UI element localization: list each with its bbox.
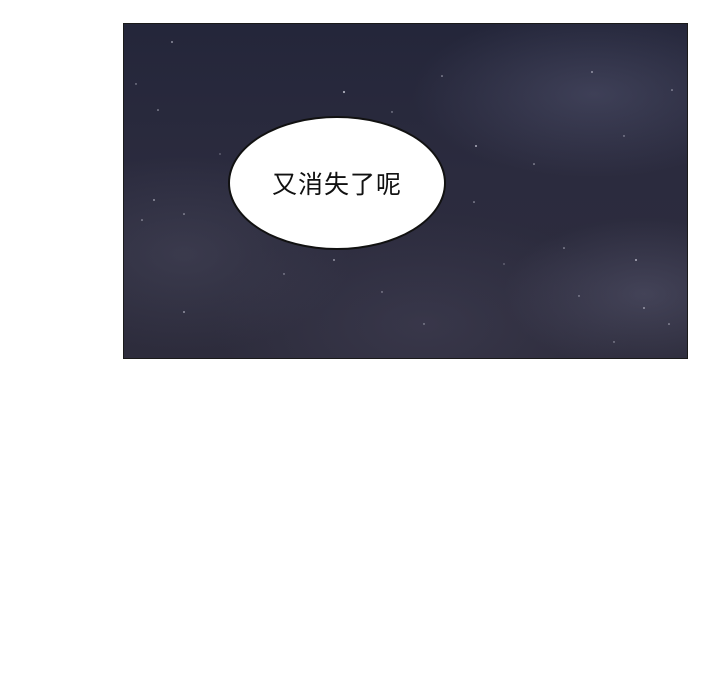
speech-bubble-text: 又消失了呢 <box>271 170 402 199</box>
comic-panel-night-sky: 又消失了呢 <box>123 23 688 359</box>
speech-bubble: 又消失了呢 <box>228 116 446 250</box>
